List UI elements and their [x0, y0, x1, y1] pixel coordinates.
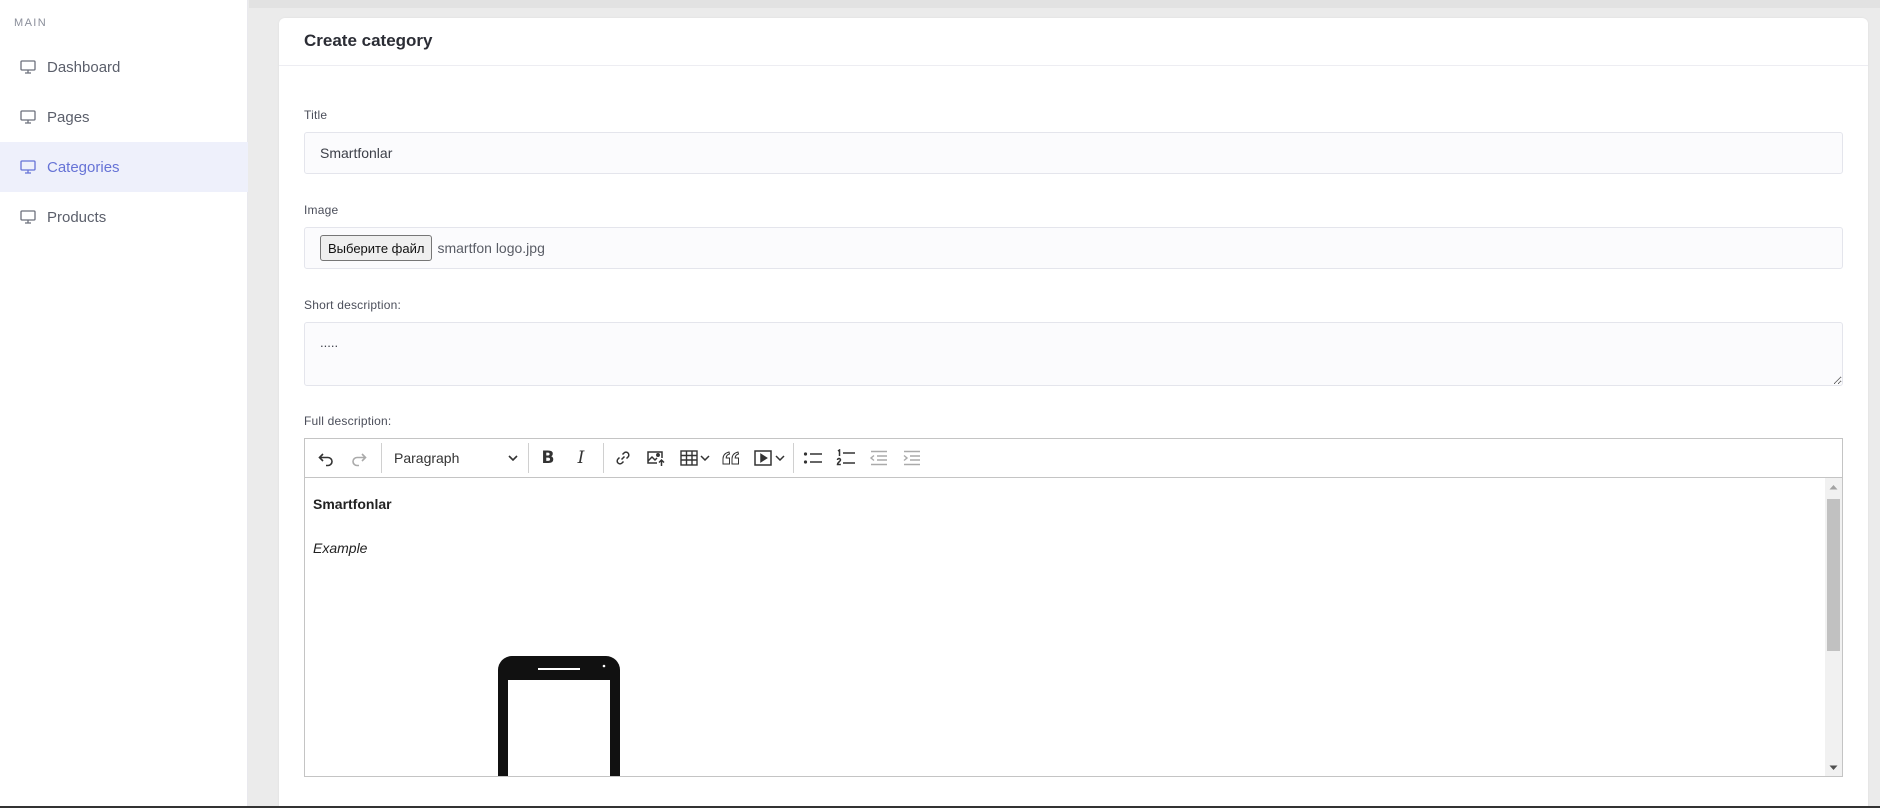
- toolbar-separator: [381, 443, 382, 473]
- redo-button[interactable]: [344, 443, 374, 473]
- chevron-down-icon: [508, 455, 518, 461]
- sidebar: MAIN Dashboard Pages Categories Products: [0, 0, 248, 806]
- monitor-icon: [19, 159, 37, 175]
- image-file-input: Выберите файл smartfon logo.jpg: [304, 227, 1843, 269]
- chevron-down-icon: [700, 455, 710, 461]
- monitor-icon: [19, 209, 37, 225]
- undo-button[interactable]: [311, 443, 341, 473]
- italic-icon: I: [577, 448, 585, 468]
- table-dropdown[interactable]: [674, 443, 716, 473]
- smartphone-image: [498, 656, 620, 776]
- numbered-list-button[interactable]: [831, 443, 861, 473]
- link-button[interactable]: [608, 443, 638, 473]
- short-description-label: Short description:: [304, 298, 401, 312]
- title-label: Title: [304, 108, 328, 122]
- scroll-down-arrow-icon[interactable]: [1825, 759, 1842, 776]
- toolbar-separator: [603, 443, 604, 473]
- sidebar-item-categories[interactable]: Categories: [0, 142, 248, 192]
- insert-image-button[interactable]: [641, 443, 671, 473]
- sidebar-item-pages[interactable]: Pages: [0, 92, 248, 142]
- title-input[interactable]: [304, 132, 1843, 174]
- blockquote-button[interactable]: [716, 443, 746, 473]
- monitor-icon: [19, 59, 37, 75]
- image-label: Image: [304, 203, 339, 217]
- scroll-thumb[interactable]: [1827, 499, 1840, 651]
- sidebar-item-products[interactable]: Products: [0, 192, 248, 242]
- content-heading: Smartfonlar: [313, 496, 392, 512]
- sidebar-heading: MAIN: [14, 17, 48, 29]
- top-strip: [249, 0, 1880, 8]
- table-icon: [680, 450, 698, 466]
- heading-dropdown-label: Paragraph: [394, 450, 460, 466]
- editor-content-area[interactable]: Smartfonlar Example: [305, 478, 1842, 776]
- italic-button[interactable]: I: [566, 443, 596, 473]
- outdent-icon: [869, 450, 887, 466]
- media-embed-icon: [754, 450, 772, 466]
- sidebar-item-label: Products: [47, 208, 107, 226]
- sidebar-item-label: Pages: [47, 108, 90, 126]
- indent-button[interactable]: [897, 443, 927, 473]
- choose-file-button[interactable]: Выберите файл: [320, 235, 433, 261]
- heading-dropdown[interactable]: Paragraph: [386, 443, 524, 473]
- sidebar-item-label: Categories: [47, 158, 120, 176]
- insert-image-icon: [647, 451, 665, 466]
- sidebar-item-dashboard[interactable]: Dashboard: [0, 42, 248, 92]
- card-header: Create category: [279, 18, 1868, 66]
- outdent-button[interactable]: [864, 443, 894, 473]
- content-example: Example: [313, 540, 368, 556]
- toolbar-separator: [528, 443, 529, 473]
- editor-toolbar: Paragraph B I: [305, 439, 1842, 478]
- create-category-card: Create category Title Image Выберите фай…: [279, 18, 1868, 808]
- bulleted-list-icon: [803, 452, 822, 464]
- file-name: smartfon logo.jpg: [437, 240, 545, 256]
- indent-icon: [903, 450, 920, 466]
- numbered-list-icon: [836, 449, 855, 466]
- scroll-up-arrow-icon[interactable]: [1825, 478, 1842, 495]
- monitor-icon: [19, 109, 37, 125]
- chevron-down-icon: [775, 455, 785, 461]
- undo-icon: [318, 453, 333, 467]
- link-icon: [616, 451, 630, 465]
- rich-text-editor: Paragraph B I Smartfonlar Example: [304, 438, 1843, 777]
- bold-icon: B: [541, 448, 555, 468]
- toolbar-separator: [793, 443, 794, 473]
- bold-button[interactable]: B: [533, 443, 563, 473]
- bulleted-list-button[interactable]: [798, 443, 828, 473]
- short-description-textarea[interactable]: .....: [304, 322, 1843, 386]
- editor-scrollbar[interactable]: [1825, 478, 1842, 776]
- redo-icon: [352, 453, 367, 467]
- page-title: Create category: [304, 31, 433, 50]
- sidebar-item-label: Dashboard: [47, 58, 121, 76]
- media-embed-dropdown[interactable]: [749, 443, 789, 473]
- blockquote-icon: [722, 451, 740, 465]
- full-description-label: Full description:: [304, 414, 392, 428]
